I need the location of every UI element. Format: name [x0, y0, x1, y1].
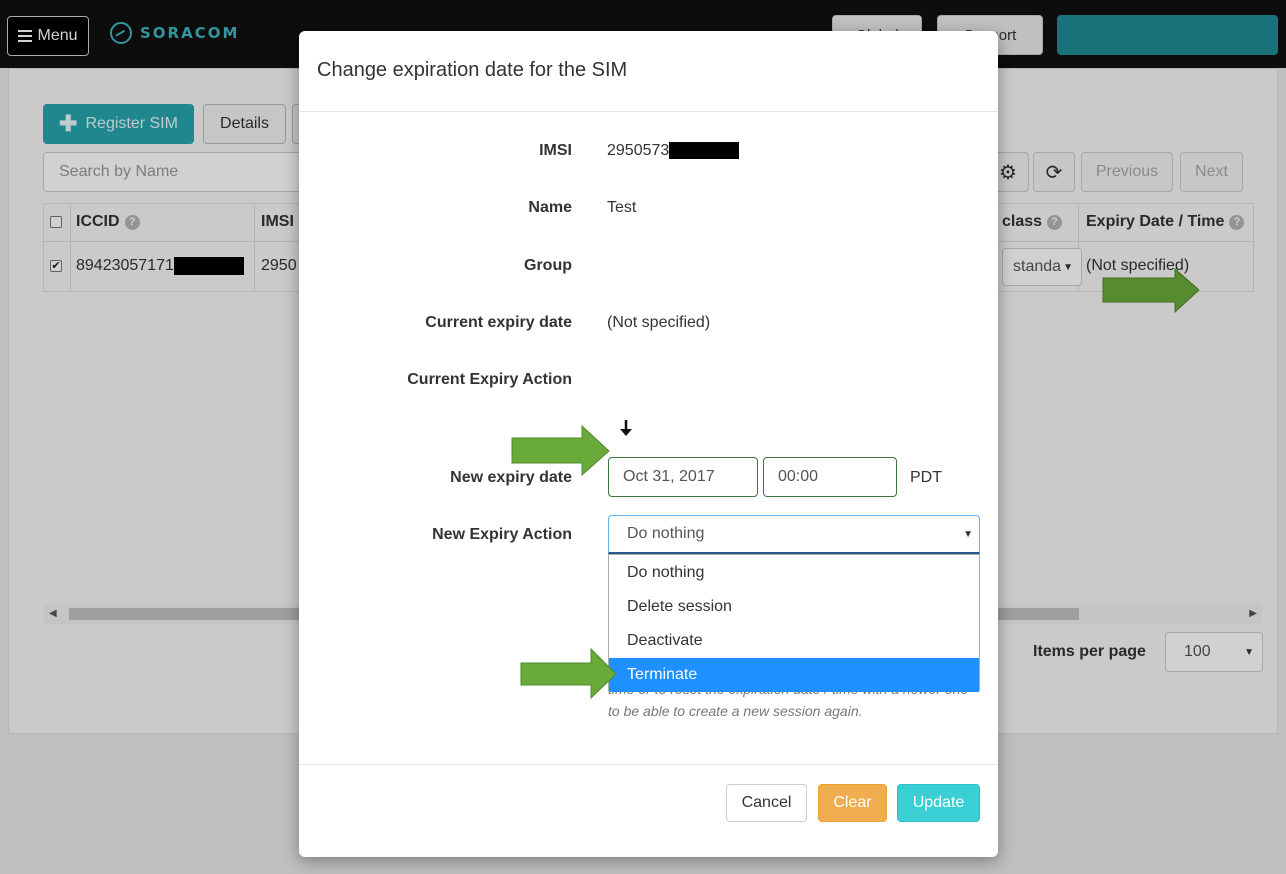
update-label: Update — [912, 794, 965, 811]
modal-title: Change expiration date for the SIM — [317, 59, 628, 81]
cancel-button[interactable]: Cancel — [726, 784, 807, 822]
timezone-label: PDT — [910, 469, 942, 486]
option-terminate[interactable]: Terminate — [609, 658, 979, 692]
new-expiry-date-value: Oct 31, 2017 — [623, 468, 715, 485]
option-do-nothing[interactable]: Do nothing — [609, 556, 979, 590]
clear-label: Clear — [833, 794, 872, 811]
help-text-line-2: to be able to create a new session again… — [608, 703, 863, 719]
annotation-arrow-right-icon — [520, 647, 617, 700]
modal-header-divider — [299, 111, 998, 112]
imsi-label: IMSI — [539, 142, 572, 159]
arrow-down-icon — [620, 420, 632, 436]
annotation-arrow-right-icon — [511, 424, 610, 477]
cancel-label: Cancel — [741, 794, 792, 811]
name-label: Name — [528, 199, 572, 216]
caret-down-icon: ▼ — [963, 528, 973, 540]
new-expiry-date-input[interactable]: Oct 31, 2017 — [608, 457, 758, 497]
name-value: Test — [607, 199, 637, 216]
expiry-action-dropdown: Do nothing Delete session Deactivate Ter… — [608, 554, 980, 692]
clear-button[interactable]: Clear — [818, 784, 887, 822]
option-delete-session[interactable]: Delete session — [609, 590, 979, 624]
new-expiry-time-input[interactable]: 00:00 — [763, 457, 897, 497]
current-expiry-date-label: Current expiry date — [425, 314, 572, 331]
change-expiry-modal: Change expiration date for the SIM IMSI … — [299, 31, 998, 857]
modal-footer-divider — [299, 764, 998, 765]
update-button[interactable]: Update — [897, 784, 980, 822]
current-expiry-action-label: Current Expiry Action — [407, 371, 572, 388]
new-expiry-action-label: New Expiry Action — [432, 526, 572, 543]
option-deactivate[interactable]: Deactivate — [609, 624, 979, 658]
new-expiry-action-value: Do nothing — [627, 525, 705, 542]
current-expiry-date-value: (Not specified) — [607, 314, 711, 331]
redaction-bar — [669, 142, 740, 160]
modal-imsi-value: 2950573 — [607, 142, 670, 159]
new-expiry-action-select[interactable]: Do nothing ▼ — [608, 515, 980, 554]
imsi-value-row: 2950573 — [607, 142, 740, 160]
group-label: Group — [524, 257, 572, 274]
new-expiry-time-value: 00:00 — [778, 468, 819, 485]
